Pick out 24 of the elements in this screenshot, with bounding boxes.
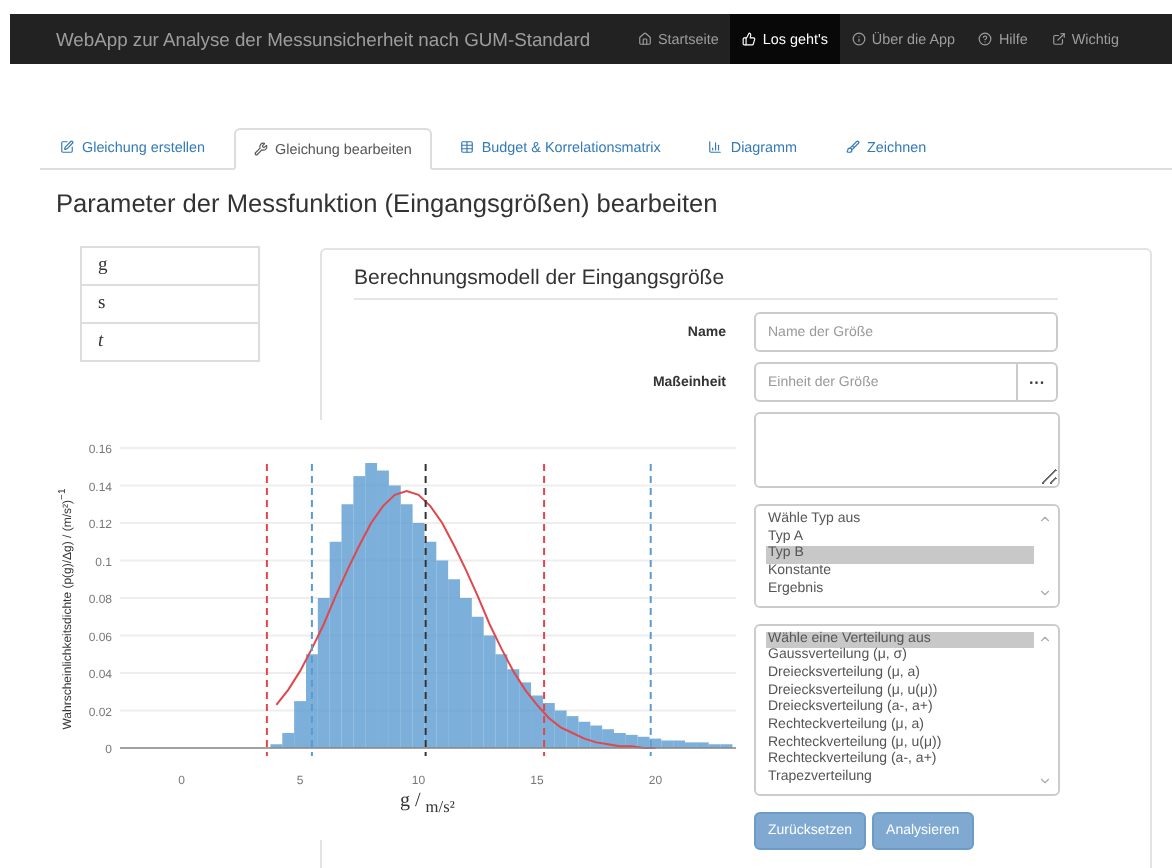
quantity-item[interactable]: t — [80, 322, 260, 362]
brush-icon — [845, 140, 860, 154]
panel-title: Berechnungsmodell der Eingangsgröße — [354, 266, 1058, 300]
x-axis-label: g / $_{m/s²}$ — [400, 790, 455, 816]
scroll-down-icon[interactable] — [1037, 585, 1051, 600]
house-icon — [638, 32, 652, 46]
external-link-icon — [1051, 32, 1066, 46]
scroll-up-icon[interactable] — [1037, 631, 1051, 646]
thumbs-up-icon — [742, 32, 757, 46]
app-title: WebApp zur Analyse der Messunsicherheit nach GUM-Standard — [54, 26, 593, 54]
page-heading: Parameter der Messfunktion (Eingangsgrößen) bearbeiten — [56, 188, 720, 218]
edit-icon — [60, 140, 74, 154]
quantity-item[interactable]: g — [80, 246, 260, 286]
help-icon — [978, 32, 993, 46]
table-icon — [459, 140, 474, 154]
bar-chart-icon — [708, 140, 723, 154]
wrench-icon — [253, 142, 268, 156]
more-button[interactable]: ··· — [1018, 362, 1058, 402]
quantity-item[interactable]: s — [80, 284, 260, 324]
text-area[interactable] — [754, 412, 1060, 488]
distribution-list[interactable] — [754, 623, 1060, 796]
scroll-down-icon[interactable] — [1037, 773, 1051, 788]
scroll-up-icon[interactable] — [1037, 512, 1051, 526]
info-icon — [851, 32, 866, 46]
